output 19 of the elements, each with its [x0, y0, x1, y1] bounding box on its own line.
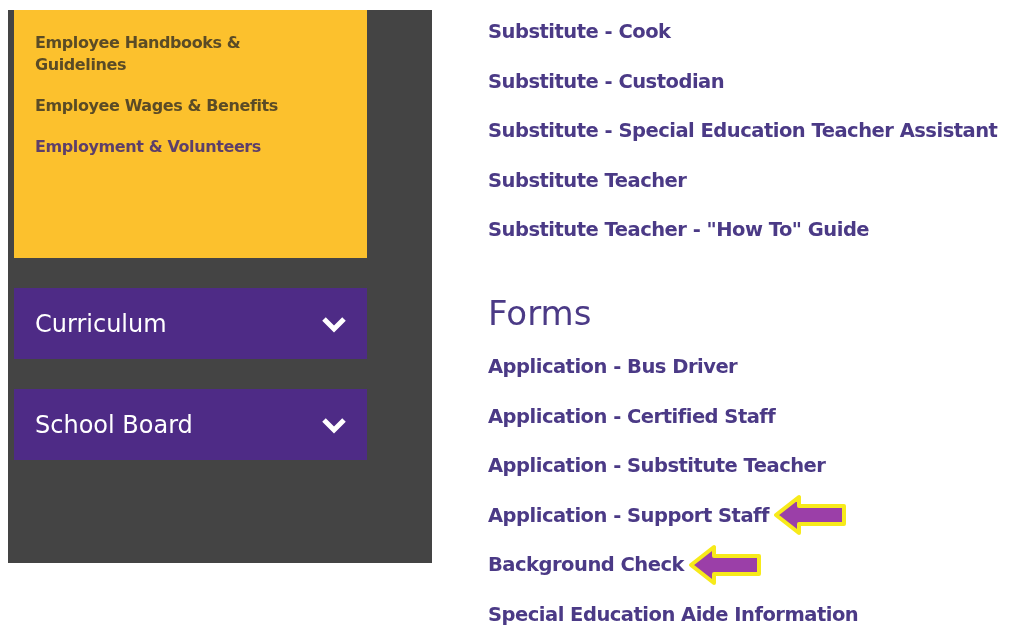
section-label: School Board [35, 410, 193, 439]
link[interactable]: Substitute Teacher [488, 168, 687, 192]
section-toggle[interactable]: School Board [14, 389, 367, 460]
link[interactable]: Substitute - Special Education Teacher Assistant [488, 119, 998, 143]
link[interactable]: Special Education Aide Information [488, 602, 859, 626]
link[interactable]: Background Check [488, 553, 684, 577]
link[interactable]: Substitute - Cook [488, 20, 671, 44]
submenu-item[interactable]: Employee Handbooks & Guidelines [35, 32, 325, 76]
link[interactable]: Application - Certified Staff [488, 404, 776, 428]
link[interactable]: Application - Substitute Teacher [488, 454, 826, 478]
link[interactable]: Substitute Teacher - "How To" Guide [488, 218, 870, 242]
link[interactable]: Substitute - Custodian [488, 69, 725, 93]
section-toggle[interactable]: Curriculum [14, 288, 367, 359]
link[interactable]: Application - Support Staff [488, 503, 769, 527]
section-heading: Forms [488, 292, 593, 336]
submenu-item[interactable]: Employee Wages & Benefits [35, 95, 278, 117]
link[interactable]: Application - Bus Driver [488, 355, 738, 379]
submenu-item[interactable]: Employment & Volunteers [35, 136, 261, 158]
section-label: Curriculum [35, 309, 167, 338]
